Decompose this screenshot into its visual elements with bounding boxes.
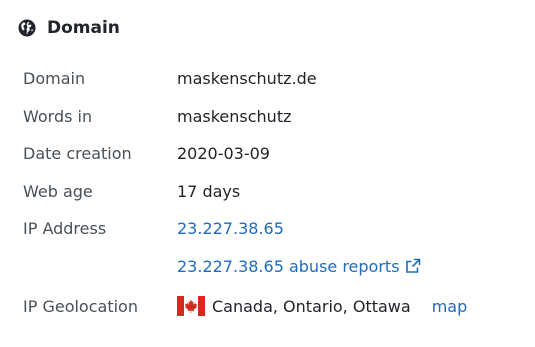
date-creation-label: Date creation (23, 143, 132, 163)
web-age-value: 17 days (177, 181, 241, 201)
ip-address-label: IP Address (23, 218, 107, 238)
globe-icon (18, 19, 36, 37)
external-link-icon (405, 258, 421, 274)
row-domain: Domain maskenschutz.de (23, 64, 525, 92)
words-in-label: Words in (23, 106, 93, 126)
canada-flag-icon (177, 296, 205, 316)
row-date-creation: Date creation 2020-03-09 (23, 139, 525, 167)
ip-address-link[interactable]: 23.227.38.65 (177, 219, 284, 238)
row-words-in: Words in maskenschutz (23, 102, 525, 130)
domain-label: Domain (23, 68, 86, 88)
map-link[interactable]: map (432, 297, 468, 316)
row-abuse-reports: 23.227.38.65 abuse reports (23, 252, 525, 280)
domain-value: maskenschutz.de (177, 68, 317, 88)
section-header: Domain (18, 14, 120, 42)
date-creation-value: 2020-03-09 (177, 143, 270, 163)
web-age-label: Web age (23, 181, 93, 201)
row-web-age: Web age 17 days (23, 177, 525, 205)
ip-geolocation-value: Canada, Ontario, Ottawa (212, 296, 411, 316)
row-ip-address: IP Address 23.227.38.65 (23, 214, 525, 242)
abuse-reports-text: 23.227.38.65 abuse reports (177, 256, 400, 276)
domain-info-card: Domain Domain maskenschutz.de Words in m… (0, 0, 535, 347)
words-in-value: maskenschutz (177, 106, 292, 126)
section-title: Domain (47, 18, 120, 38)
abuse-reports-link[interactable]: 23.227.38.65 abuse reports (177, 257, 421, 276)
row-ip-geolocation: IP Geolocation Canada, Ontario, Ottawa m… (23, 292, 525, 320)
ip-geolocation-label: IP Geolocation (23, 296, 138, 316)
